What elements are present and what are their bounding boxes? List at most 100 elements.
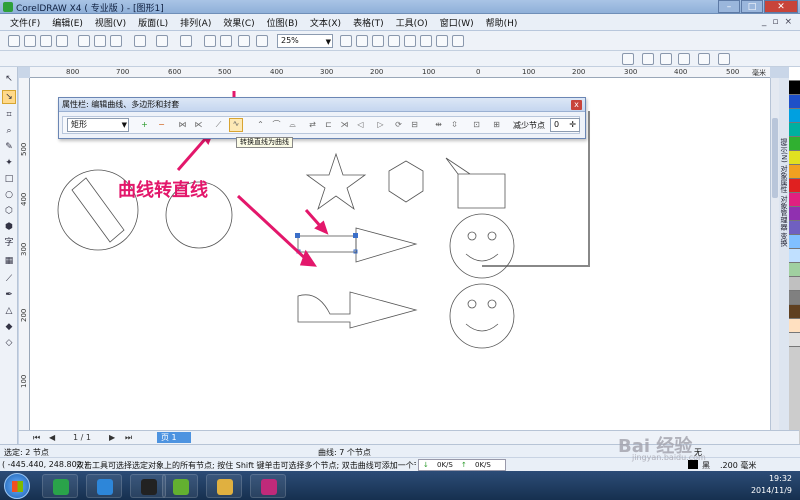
import-icon[interactable] <box>204 35 216 47</box>
menu-bitmaps[interactable]: 位图(B) <box>261 16 304 29</box>
zoom-width-icon[interactable] <box>420 35 432 47</box>
palette-swatch[interactable] <box>789 137 800 151</box>
zoom-page-icon[interactable] <box>404 35 416 47</box>
reverse-direction-icon[interactable]: ⇄ <box>307 120 318 131</box>
start-button[interactable] <box>4 473 30 499</box>
ellipse-tool-icon[interactable]: ○ <box>3 189 15 201</box>
zoom-in-icon[interactable] <box>340 35 352 47</box>
symmetric-node-icon[interactable]: ⌓ <box>287 120 298 131</box>
palette-swatch[interactable] <box>789 123 800 137</box>
taskbar-app-ie[interactable] <box>86 474 122 498</box>
taskbar-app-media[interactable] <box>42 474 78 498</box>
freehand-tool-icon[interactable]: ✎ <box>3 141 15 153</box>
taskbar-app-green[interactable] <box>162 474 198 498</box>
auto-close-icon[interactable]: ◁ <box>355 120 366 131</box>
palette-swatch[interactable] <box>789 221 800 235</box>
first-page-button[interactable]: ⏮ <box>33 433 40 443</box>
palette-swatch[interactable] <box>789 333 800 347</box>
eyedropper-icon[interactable]: ✒ <box>3 289 15 301</box>
doc-restore-button[interactable]: ▫ <box>772 17 778 27</box>
delete-node-icon[interactable]: − <box>156 120 167 131</box>
menu-edit[interactable]: 编辑(E) <box>46 16 89 29</box>
palette-swatch[interactable] <box>789 193 800 207</box>
to-line-icon[interactable]: ⟋ <box>213 120 224 131</box>
palette-swatch[interactable] <box>789 179 800 193</box>
align-nodes-icon[interactable]: ⊟ <box>409 120 420 131</box>
cusp-node-icon[interactable]: ⌃ <box>255 120 266 131</box>
palette-swatch[interactable] <box>789 249 800 263</box>
docker-tabs[interactable]: 提示(N) 对象属性 对象管理器 变换 <box>779 78 789 430</box>
menu-text[interactable]: 文本(X) <box>304 16 347 29</box>
view-icon[interactable] <box>718 53 730 65</box>
crop-tool-icon[interactable]: ⌗ <box>3 109 15 121</box>
node-mode-icon[interactable] <box>678 53 690 65</box>
palette-swatch[interactable] <box>789 109 800 123</box>
paste-icon[interactable] <box>110 35 122 47</box>
vertical-scrollbar[interactable] <box>770 78 779 430</box>
zoom-selected-icon[interactable] <box>372 35 384 47</box>
elastic-mode-icon[interactable]: ⊡ <box>471 120 482 131</box>
palette-swatch[interactable] <box>789 207 800 221</box>
last-page-button[interactable]: ⏭ <box>125 433 132 443</box>
menu-help[interactable]: 帮助(H) <box>480 16 524 29</box>
cut-icon[interactable] <box>78 35 90 47</box>
palette-swatch[interactable] <box>789 263 800 277</box>
zoom-level-select[interactable]: 25% ▼ <box>277 34 333 48</box>
vertical-ruler[interactable]: 500 400 300 200 100 <box>19 78 30 430</box>
system-clock[interactable]: 19:32 2014/11/9 <box>751 473 792 497</box>
palette-swatch[interactable] <box>789 151 800 165</box>
outline-tool-icon[interactable]: △ <box>3 305 15 317</box>
palette-swatch[interactable] <box>789 165 800 179</box>
search-content-icon[interactable] <box>180 35 192 47</box>
fill-tool-icon[interactable]: ◆ <box>3 321 15 333</box>
extend-curve-icon[interactable]: ⊏ <box>323 120 334 131</box>
open-icon[interactable] <box>24 35 36 47</box>
page-tab[interactable]: 页 1 <box>157 432 191 443</box>
dimension-tool-icon[interactable]: ⟋ <box>3 273 15 285</box>
lock-icon[interactable] <box>642 53 654 65</box>
zoom-all-icon[interactable] <box>388 35 400 47</box>
welcome-screen-icon[interactable] <box>256 35 268 47</box>
export-icon[interactable] <box>220 35 232 47</box>
application-launcher-icon[interactable] <box>238 35 250 47</box>
palette-swatch[interactable] <box>789 277 800 291</box>
palette-swatch[interactable] <box>789 235 800 249</box>
zoom-height-icon[interactable] <box>436 35 448 47</box>
menu-table[interactable]: 表格(T) <box>347 16 390 29</box>
convert-to-curve-icon[interactable]: ∿ <box>229 118 243 132</box>
close-button[interactable]: ✕ <box>764 0 798 13</box>
next-page-button[interactable]: ▶ <box>109 433 115 442</box>
selection-mode-select[interactable]: 矩形 ▼ <box>67 118 129 132</box>
doc-close-button[interactable]: × <box>784 17 792 27</box>
prev-page-button[interactable]: ◀ <box>49 433 55 442</box>
extract-subpath-icon[interactable]: ⋊ <box>339 120 350 131</box>
menu-window[interactable]: 窗口(W) <box>434 16 480 29</box>
break-curve-icon[interactable]: ⋉ <box>193 120 204 131</box>
new-document-icon[interactable] <box>8 35 20 47</box>
shape-tool-icon[interactable]: ↘ <box>2 90 16 104</box>
palette-swatch[interactable] <box>789 95 800 109</box>
print-icon[interactable] <box>56 35 68 47</box>
palette-swatch[interactable] <box>789 305 800 319</box>
rotate-nodes-icon[interactable]: ⟳ <box>393 120 404 131</box>
menu-file[interactable]: 文件(F) <box>4 16 46 29</box>
palette-swatch[interactable] <box>789 67 800 81</box>
taskbar-app-coreldraw[interactable] <box>250 474 286 498</box>
join-nodes-icon[interactable]: ⋈ <box>177 120 188 131</box>
interactive-fill-icon[interactable]: ◇ <box>3 337 15 349</box>
menu-view[interactable]: 视图(V) <box>89 16 132 29</box>
taskbar-app-explorer[interactable] <box>206 474 242 498</box>
text-tool-icon[interactable]: 字 <box>3 237 15 249</box>
undo-icon[interactable] <box>134 35 146 47</box>
stretch-nodes-icon[interactable]: ▷ <box>375 120 386 131</box>
smart-fill-icon[interactable]: ✦ <box>3 157 15 169</box>
wireframe-icon[interactable] <box>698 53 710 65</box>
reflect-horizontal-icon[interactable]: ⇹ <box>433 120 444 131</box>
horizontal-ruler[interactable]: 800 700 600 500 400 300 200 100 0 100 20… <box>30 67 770 78</box>
save-icon[interactable] <box>40 35 52 47</box>
rectangle-tool-icon[interactable]: □ <box>3 173 15 185</box>
scrollbar-thumb[interactable] <box>772 118 778 198</box>
reduce-nodes-input[interactable]: 0 ✛ <box>550 118 580 132</box>
minimize-button[interactable]: – <box>718 0 740 13</box>
doc-minimize-button[interactable]: _ <box>762 17 767 27</box>
